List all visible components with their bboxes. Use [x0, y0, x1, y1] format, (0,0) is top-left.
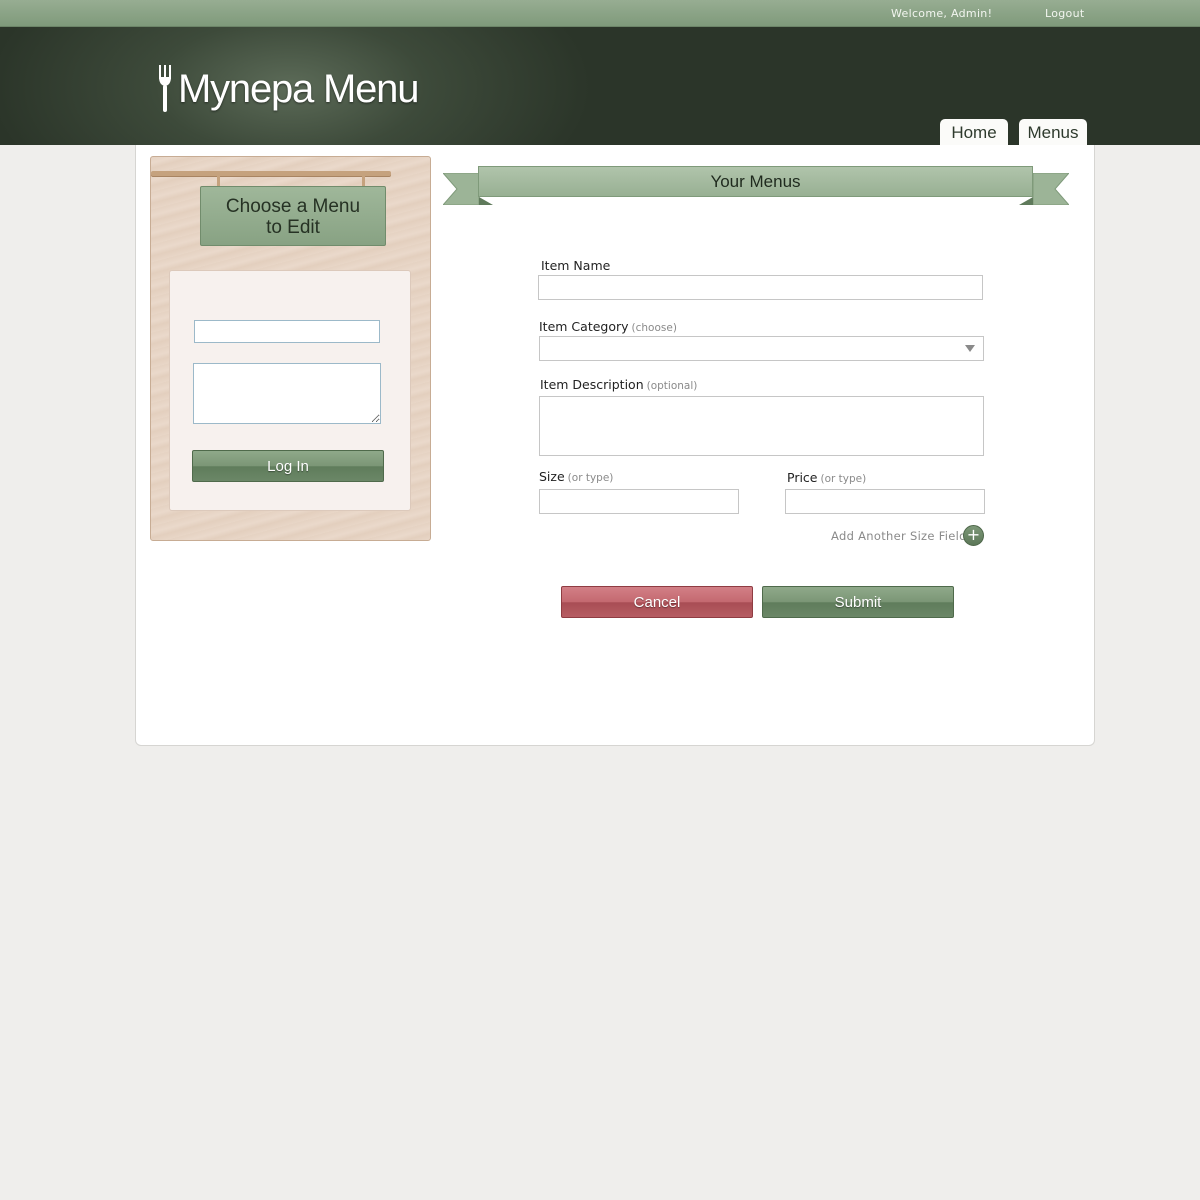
brand-name: Mynepa Menu — [178, 66, 419, 111]
chevron-down-icon — [965, 345, 975, 352]
plaque-line-2: to Edit — [266, 217, 320, 238]
username-input[interactable] — [194, 320, 380, 343]
cancel-button[interactable]: Cancel — [561, 586, 753, 618]
size-label-text: Size — [539, 469, 565, 484]
price-hint: (or type) — [820, 473, 867, 485]
fork-icon — [159, 65, 171, 112]
choose-menu-plaque: Choose a Menu to Edit — [200, 186, 386, 246]
item-category-hint: (choose) — [631, 322, 677, 334]
sign-rod — [151, 171, 391, 176]
price-label-text: Price — [787, 470, 818, 485]
site-header: Mynepa Menu Home Menus — [0, 27, 1200, 146]
price-label: Price (or type) — [787, 470, 866, 485]
sign-hook — [362, 176, 365, 186]
logout-link[interactable]: Logout — [1045, 7, 1084, 20]
plaque-line-1: Choose a Menu — [225, 196, 361, 217]
item-category-label-text: Item Category — [539, 319, 629, 334]
item-description-label-text: Item Description — [540, 377, 644, 392]
item-description-label: Item Description (optional) — [540, 377, 697, 392]
item-category-label: Item Category (choose) — [539, 319, 677, 334]
price-input[interactable] — [785, 489, 985, 514]
submit-button[interactable]: Submit — [762, 586, 954, 618]
tab-menus[interactable]: Menus — [1019, 119, 1087, 146]
top-bar: Welcome, Admin! Logout — [0, 0, 1200, 27]
site-logo[interactable]: Mynepa Menu — [158, 63, 419, 115]
sign-hook — [217, 176, 220, 186]
password-input[interactable] — [193, 363, 381, 424]
item-name-label: Item Name — [541, 258, 610, 273]
add-size-link[interactable]: Add Another Size Field — [831, 529, 967, 543]
size-hint: (or type) — [567, 472, 614, 484]
page-title: Your Menus — [478, 166, 1033, 197]
size-label: Size (or type) — [539, 469, 613, 484]
item-description-hint: (optional) — [646, 380, 698, 392]
welcome-text: Welcome, Admin! — [891, 7, 993, 20]
item-category-select[interactable] — [539, 336, 984, 361]
item-description-field[interactable] — [539, 396, 984, 456]
item-name-input[interactable] — [538, 275, 983, 300]
login-button[interactable]: Log In — [192, 450, 384, 482]
item-name-label-text: Item Name — [541, 258, 611, 273]
size-input[interactable] — [539, 489, 739, 514]
tab-home[interactable]: Home — [940, 119, 1008, 146]
plus-icon[interactable]: + — [963, 525, 984, 546]
